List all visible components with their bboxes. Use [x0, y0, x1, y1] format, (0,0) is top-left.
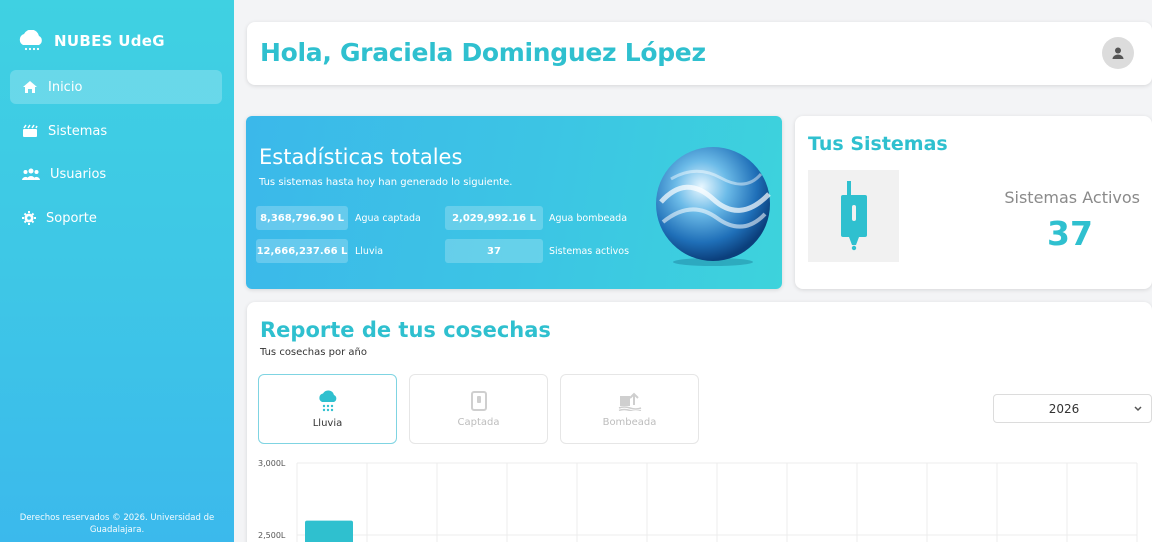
systems-card[interactable]: Tus Sistemas Sistemas Activos 37: [795, 116, 1152, 289]
sidebar-item-label: Sistemas: [48, 123, 108, 139]
chart-y-tick-label: 2,500L: [258, 531, 286, 540]
page-title: Hola, Graciela Dominguez López: [260, 38, 706, 67]
copyright-text: Derechos reservados © 2026. Universidad …: [19, 513, 215, 535]
sidebar-item-soporte[interactable]: Soporte: [10, 201, 222, 235]
tab-label: Lluvia: [312, 417, 343, 429]
chart-y-tick-label: 3,000L: [258, 459, 286, 468]
gear-icon: [22, 211, 36, 225]
sidebar: NUBES UdeG Inicio Sistemas Usuarios Sopo…: [0, 0, 234, 542]
cloud-logo-icon: [19, 30, 42, 51]
stat-label-agua-bombeada: Agua bombeada: [549, 213, 628, 224]
chart-bar[interactable]: [305, 520, 353, 542]
stat-label-sistemas-activos: Sistemas activos: [549, 246, 630, 257]
stat-value-sistemas-activos: 37: [445, 239, 543, 263]
chevron-down-icon: [1134, 406, 1142, 412]
tab-label: Captada: [457, 416, 500, 428]
stats-title: Estadísticas totales: [259, 145, 463, 169]
user-icon: [1112, 47, 1124, 59]
stat-label-lluvia: Lluvia: [355, 246, 384, 257]
device-tile: [808, 170, 899, 262]
report-subtitle: Tus cosechas por año: [260, 347, 367, 358]
year-select-value: 2026: [1048, 401, 1080, 416]
stat-value-agua-captada: 8,368,796.90 L: [256, 206, 348, 230]
brand-name: NUBES UdeG: [54, 32, 165, 50]
stats-subtitle: Tus sistemas hasta hoy han generado lo s…: [259, 177, 513, 188]
sidebar-item-label: Usuarios: [50, 166, 107, 182]
report-card: Reporte de tus cosechas Tus cosechas por…: [247, 302, 1152, 542]
avatar[interactable]: [1102, 37, 1134, 69]
tab-lluvia[interactable]: Lluvia: [258, 374, 397, 444]
stats-card: Estadísticas totales Tus sistemas hasta …: [246, 116, 782, 289]
sidebar-item-usuarios[interactable]: Usuarios: [10, 157, 222, 191]
systems-icon: [23, 124, 38, 137]
tab-captada[interactable]: Captada: [409, 374, 548, 444]
pump-icon: [618, 392, 641, 411]
water-sphere-image: [656, 147, 771, 266]
home-icon: [23, 81, 37, 93]
year-select[interactable]: 2026: [993, 394, 1152, 423]
tab-label: Bombeada: [602, 416, 657, 428]
stat-value-lluvia: 12,666,237.66 L: [256, 239, 348, 263]
rain-cloud-icon: [318, 390, 336, 411]
collector-icon: [470, 390, 487, 411]
sidebar-item-label: Soporte: [46, 210, 97, 226]
stat-value-agua-bombeada: 2,029,992.16 L: [445, 206, 543, 230]
sidebar-item-inicio[interactable]: Inicio: [10, 70, 222, 104]
tab-bombeada[interactable]: Bombeada: [560, 374, 699, 444]
sidebar-item-label: Inicio: [48, 79, 83, 95]
water-collector-icon: [840, 181, 867, 251]
systems-active-label: Sistemas Activos: [1004, 188, 1140, 207]
report-title: Reporte de tus cosechas: [260, 318, 551, 342]
brand-logo[interactable]: NUBES UdeG: [16, 30, 165, 52]
users-icon: [22, 168, 40, 180]
harvest-chart: 3,000L 2,500L: [258, 459, 1138, 542]
sidebar-item-sistemas[interactable]: Sistemas: [10, 114, 222, 148]
systems-active-count: 37: [1047, 214, 1093, 253]
header-bar: Hola, Graciela Dominguez López: [247, 22, 1152, 85]
systems-title: Tus Sistemas: [808, 133, 948, 155]
stat-label-agua-captada: Agua captada: [355, 213, 421, 224]
